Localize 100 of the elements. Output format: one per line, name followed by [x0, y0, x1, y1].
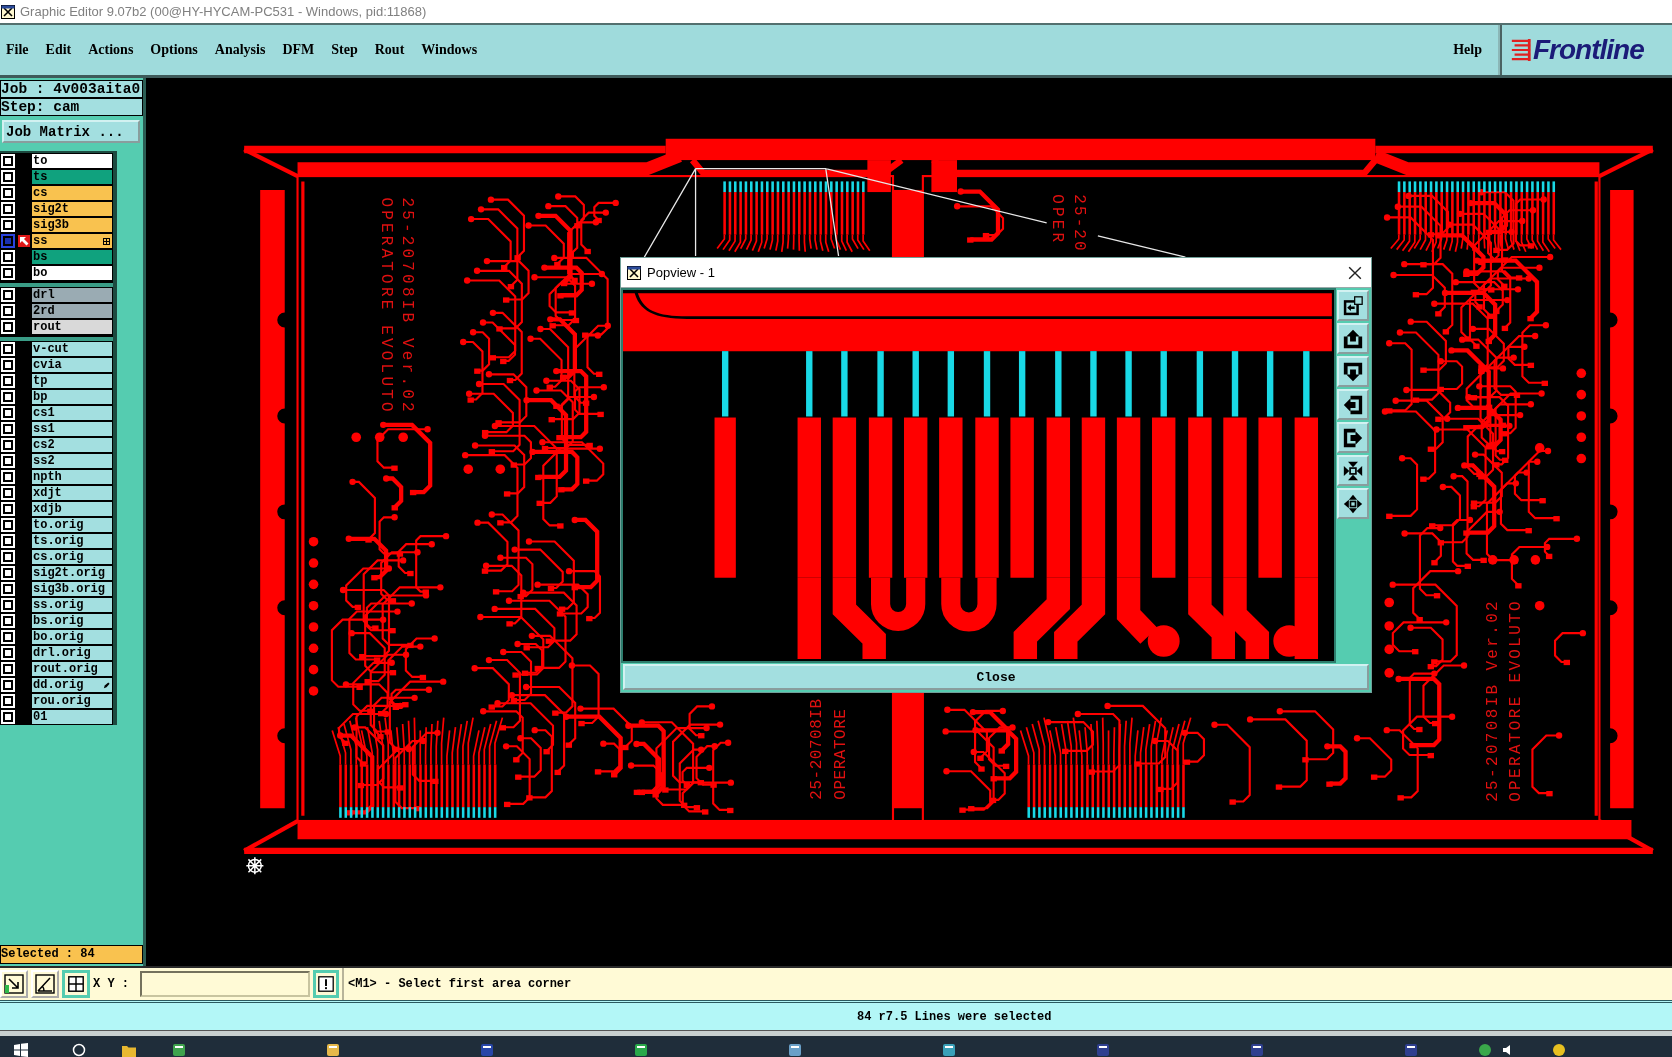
layer-name[interactable]: xdjt	[31, 485, 113, 501]
layer-name[interactable]: v-cut	[31, 341, 113, 357]
layer-checkbox[interactable]	[3, 172, 13, 182]
layer-checkbox[interactable]	[3, 360, 13, 370]
pan-up-button[interactable]	[1337, 323, 1369, 354]
menu-item[interactable]: Rout	[374, 42, 405, 58]
layer-checkbox[interactable]	[3, 680, 13, 690]
layer-name[interactable]: to	[31, 153, 113, 169]
menu-item[interactable]: File	[6, 42, 29, 58]
layer-checkbox[interactable]	[3, 696, 13, 706]
zoom-out-button[interactable]	[1337, 488, 1369, 519]
layer-checkbox[interactable]	[3, 600, 13, 610]
xy-input-field[interactable]	[140, 971, 310, 997]
layer-name[interactable]: drl	[31, 287, 113, 303]
app-icon[interactable]	[942, 1043, 956, 1057]
app-icon[interactable]	[634, 1043, 648, 1057]
layer-checkbox[interactable]	[3, 552, 13, 562]
layer-name[interactable]: ss2	[31, 453, 113, 469]
layer-checkbox[interactable]	[3, 584, 13, 594]
layer-name[interactable]: bo.orig	[31, 629, 113, 645]
window-icon[interactable]	[1250, 1043, 1264, 1057]
layer-name[interactable]: 01	[31, 709, 113, 725]
menu-item[interactable]: Step	[331, 42, 358, 58]
layer-name[interactable]: dd.orig	[31, 677, 113, 693]
menu-item[interactable]: Actions	[88, 42, 134, 58]
layer-name[interactable]: sig2t	[31, 201, 113, 217]
layer-name[interactable]: rout	[31, 319, 113, 335]
pan-right-button[interactable]	[1337, 422, 1369, 453]
layer-name[interactable]: ts	[31, 169, 113, 185]
layer-checkbox[interactable]	[3, 472, 13, 482]
layer-checkbox[interactable]	[3, 664, 13, 674]
layer-checkbox[interactable]	[3, 268, 13, 278]
layer-checkbox[interactable]	[3, 236, 13, 246]
layer-checkbox[interactable]	[3, 392, 13, 402]
layer-name[interactable]: sig3b	[31, 217, 113, 233]
windows-logo-icon[interactable]	[14, 1043, 28, 1057]
folder-icon[interactable]	[122, 1043, 136, 1057]
menu-item[interactable]: Options	[150, 42, 198, 58]
job-matrix-button[interactable]: Job Matrix ...	[2, 120, 140, 143]
popout-button[interactable]	[1337, 290, 1369, 321]
alert-button[interactable]	[313, 970, 339, 998]
layer-name[interactable]: ts.orig	[31, 533, 113, 549]
notification-icon[interactable]	[1552, 1043, 1566, 1057]
layer-checkbox[interactable]	[3, 306, 13, 316]
arrow-tool-button[interactable]	[0, 970, 28, 998]
layer-checkbox[interactable]	[3, 648, 13, 658]
close-button[interactable]: Close	[623, 664, 1369, 690]
layer-name[interactable]: to.orig	[31, 517, 113, 533]
app-icon[interactable]	[788, 1043, 802, 1057]
layer-name[interactable]: 2rd	[31, 303, 113, 319]
app-icon[interactable]	[326, 1043, 340, 1057]
layer-name[interactable]: bo	[31, 265, 113, 281]
menu-item[interactable]: Windows	[421, 42, 478, 58]
pan-left-button[interactable]	[1337, 389, 1369, 420]
layer-checkbox[interactable]	[3, 520, 13, 530]
menu-item[interactable]: Edit	[45, 42, 72, 58]
layer-name[interactable]: rout.orig	[31, 661, 113, 677]
layer-name[interactable]: cs2	[31, 437, 113, 453]
layer-checkbox[interactable]	[3, 344, 13, 354]
layer-checkbox[interactable]	[3, 712, 13, 722]
network-icon[interactable]	[1478, 1043, 1492, 1057]
layer-checkbox[interactable]	[3, 188, 13, 198]
layer-name[interactable]: ss	[31, 233, 113, 249]
layer-name[interactable]: bp	[31, 389, 113, 405]
grid-tool-button[interactable]	[62, 970, 90, 998]
layer-name[interactable]: xdjb	[31, 501, 113, 517]
layer-checkbox[interactable]	[3, 456, 13, 466]
layer-name[interactable]: cs.orig	[31, 549, 113, 565]
help-menu[interactable]: Help	[1453, 42, 1482, 58]
layer-checkbox[interactable]	[3, 488, 13, 498]
zoom-in-button[interactable]	[1337, 455, 1369, 486]
layer-name[interactable]: rou.orig	[31, 693, 113, 709]
menu-item[interactable]: Analysis	[214, 42, 266, 58]
layer-name[interactable]: drl.orig	[31, 645, 113, 661]
layer-name[interactable]: bs	[31, 249, 113, 265]
angle-tool-button[interactable]	[31, 970, 59, 998]
layer-name[interactable]: sig2t.orig	[31, 565, 113, 581]
layer-checkbox[interactable]	[3, 376, 13, 386]
layer-name[interactable]: ss.orig	[31, 597, 113, 613]
menu-item[interactable]: DFM	[282, 42, 315, 58]
search-icon[interactable]	[72, 1043, 86, 1057]
layer-name[interactable]: npth	[31, 469, 113, 485]
layer-checkbox[interactable]	[3, 568, 13, 578]
layer-checkbox[interactable]	[3, 290, 13, 300]
layer-checkbox[interactable]	[3, 424, 13, 434]
layer-checkbox[interactable]	[3, 632, 13, 642]
layer-name[interactable]: cvia	[31, 357, 113, 373]
layer-checkbox[interactable]	[3, 536, 13, 546]
layer-name[interactable]: tp	[31, 373, 113, 389]
window-icon[interactable]	[1096, 1043, 1110, 1057]
layer-checkbox[interactable]	[3, 440, 13, 450]
layer-checkbox[interactable]	[3, 504, 13, 514]
layer-checkbox[interactable]	[3, 322, 13, 332]
layer-checkbox[interactable]	[3, 220, 13, 230]
layer-name[interactable]: sig3b.orig	[31, 581, 113, 597]
layer-checkbox[interactable]	[3, 616, 13, 626]
layer-checkbox[interactable]	[3, 156, 13, 166]
pan-down-button[interactable]	[1337, 356, 1369, 387]
layer-name[interactable]: cs	[31, 185, 113, 201]
app-icon[interactable]	[172, 1043, 186, 1057]
